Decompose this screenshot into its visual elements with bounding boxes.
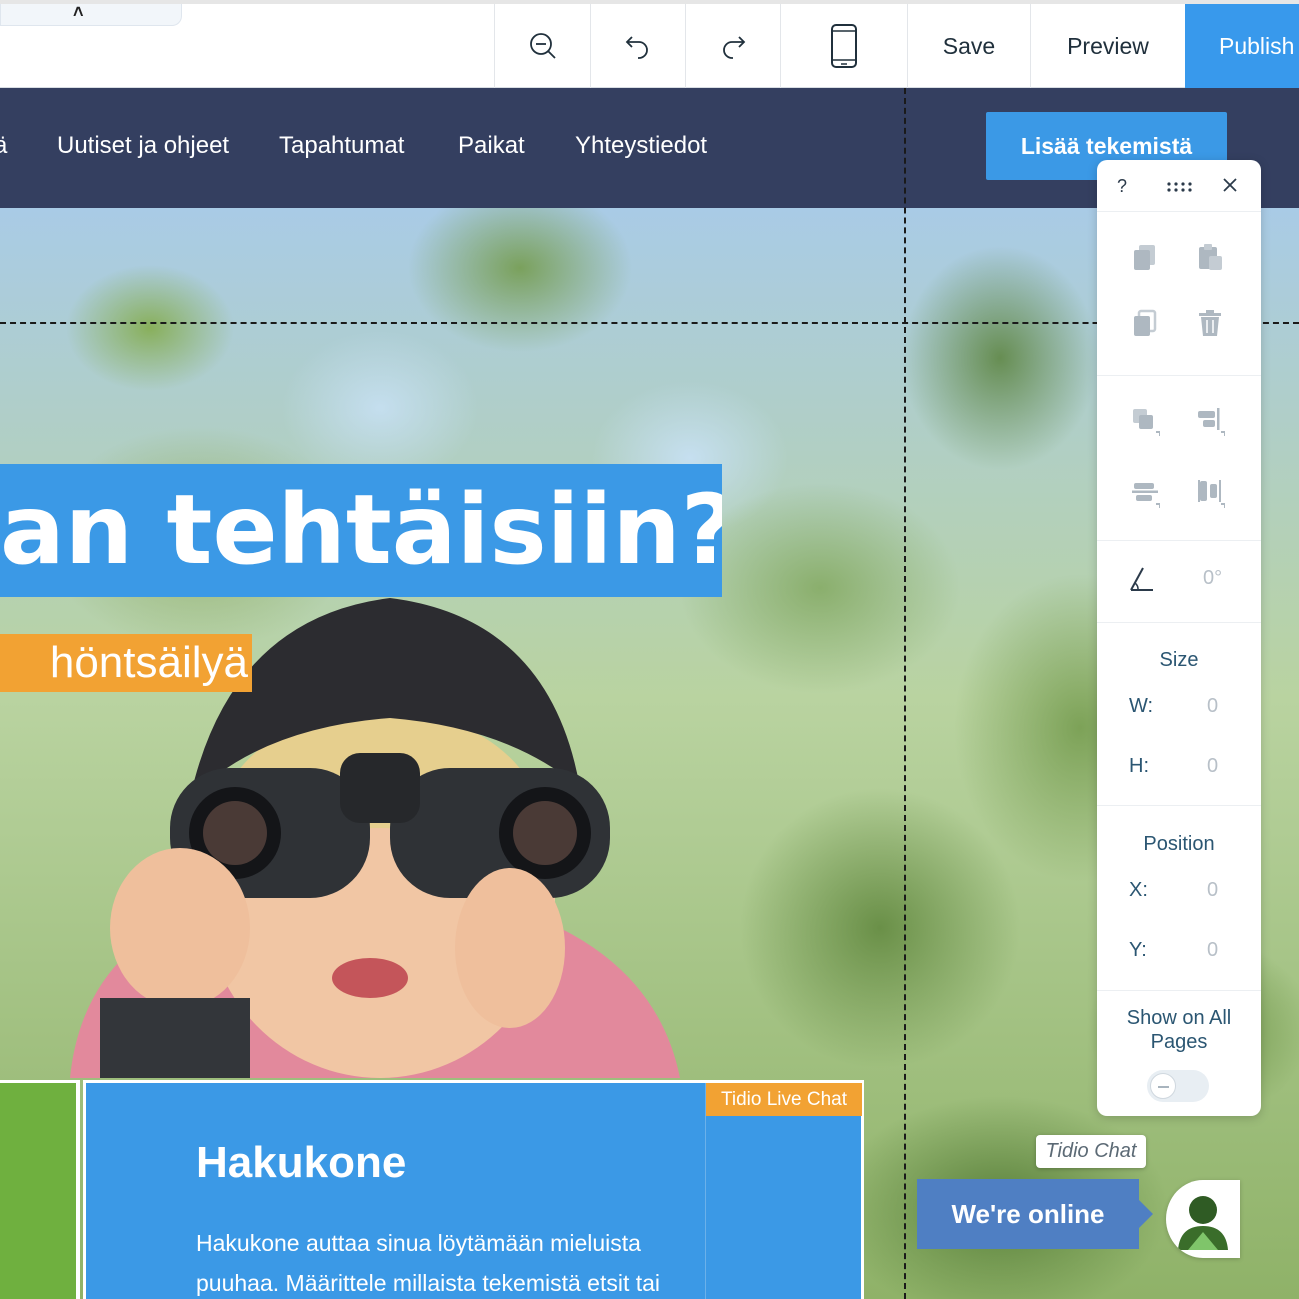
redo-button[interactable] [685, 4, 780, 88]
drag-handle-icon[interactable] [1167, 182, 1193, 192]
save-label: Save [942, 32, 996, 59]
mobile-view-button[interactable] [780, 4, 907, 88]
publish-button[interactable]: Publish [1185, 4, 1299, 88]
editor-toolbar: ˄ Save Preview Publish [0, 0, 1299, 88]
divider [1097, 622, 1261, 623]
rotate-angle-icon[interactable] [1127, 564, 1157, 594]
vertical-guide-line [904, 88, 906, 1299]
nav-item-truncated[interactable]: ä [0, 132, 7, 160]
y-input[interactable]: 0 [1207, 939, 1218, 962]
duplicate-icon[interactable] [1130, 308, 1160, 338]
x-label: X: [1129, 879, 1148, 901]
zoom-out-icon [529, 33, 556, 59]
width-label: W: [1129, 695, 1154, 717]
match-size-icon[interactable] [1195, 478, 1225, 508]
collapse-tab[interactable]: ˄ [0, 2, 182, 26]
paste-icon[interactable] [1195, 242, 1225, 272]
divider [1097, 375, 1261, 376]
close-icon[interactable] [1221, 176, 1239, 194]
size-section-title: Size [1159, 649, 1199, 671]
divider [1097, 540, 1261, 541]
tidio-live-chat-label: Tidio Live Chat [706, 1083, 862, 1116]
chat-online-button[interactable]: We're online [917, 1179, 1153, 1249]
position-section-title: Position [1143, 833, 1215, 855]
redo-icon [723, 36, 746, 59]
undo-button[interactable] [590, 4, 685, 88]
height-label: H: [1129, 755, 1149, 777]
y-label: Y: [1129, 939, 1147, 961]
height-input[interactable]: 0 [1207, 755, 1218, 778]
publish-label: Publish [1219, 32, 1295, 59]
toggle-knob [1150, 1073, 1176, 1099]
nav-item-places[interactable]: Paikat [458, 132, 525, 160]
width-input[interactable]: 0 [1207, 695, 1218, 718]
tidio-chat-tag: Tidio Chat [1036, 1135, 1146, 1168]
x-input[interactable]: 0 [1207, 879, 1218, 902]
nav-item-events[interactable]: Tapahtumat [279, 132, 404, 160]
green-feature-card[interactable] [0, 1080, 80, 1299]
chevron-up-icon[interactable]: ˄ [73, 2, 84, 23]
divider [1097, 990, 1261, 991]
user-avatar-icon [1178, 1196, 1228, 1250]
undo-icon [625, 36, 648, 59]
preview-label: Preview [1067, 32, 1149, 59]
mobile-view-icon [831, 24, 857, 68]
help-button[interactable]: ? [1117, 176, 1127, 197]
show-on-all-pages-label: Show on All Pages [1126, 1007, 1232, 1053]
card-title: Hakukone [196, 1138, 407, 1187]
distribute-icon[interactable] [1130, 478, 1160, 508]
tidio-live-chat-element[interactable]: Tidio Live Chat [705, 1083, 863, 1299]
arrange-icon[interactable] [1130, 406, 1160, 436]
zoom-out-button[interactable] [494, 4, 590, 88]
nav-item-contact[interactable]: Yhteystiedot [575, 132, 707, 160]
chat-avatar[interactable] [1166, 1180, 1240, 1258]
rotation-value[interactable]: 0° [1203, 567, 1222, 590]
show-on-all-pages-toggle[interactable] [1147, 1070, 1209, 1102]
search-feature-card[interactable]: Hakukone Hakukone auttaa sinua löytämään… [83, 1080, 864, 1299]
preview-button[interactable]: Preview [1030, 4, 1185, 88]
tools-panel: ? 0° Size W: 0 H: 0 Position X: 0 Y: 0 S… [1097, 160, 1261, 1116]
align-icon[interactable] [1195, 406, 1225, 436]
tools-panel-header: ? [1097, 160, 1261, 212]
copy-icon[interactable] [1130, 242, 1160, 272]
delete-icon[interactable] [1195, 308, 1225, 338]
nav-item-news[interactable]: Uutiset ja ohjeet [57, 132, 229, 160]
hero-headline: an tehtäisiin? [0, 464, 722, 597]
card-description: Hakukone auttaa sinua löytämään mieluist… [196, 1230, 661, 1296]
divider [1097, 805, 1261, 806]
save-button[interactable]: Save [907, 4, 1030, 88]
hero-subheadline: höntsäilyä [0, 634, 252, 692]
